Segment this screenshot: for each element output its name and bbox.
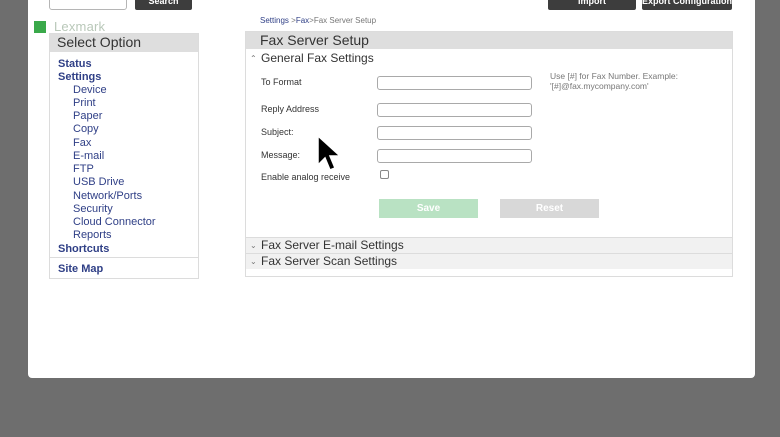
- main-panel: Search Import Configuration Export Confi…: [28, 0, 755, 378]
- breadcrumb: Settings >Fax>Fax Server Setup: [260, 16, 376, 25]
- sidebar-item-settings[interactable]: Settings: [58, 71, 101, 83]
- import-configuration-button[interactable]: Import Configuration: [548, 0, 636, 24]
- sidebar-item-security[interactable]: Security: [73, 203, 113, 215]
- reply-address-input[interactable]: [377, 103, 532, 117]
- chevron-down-icon: ⌄: [250, 257, 257, 266]
- sidebar-item-email[interactable]: E-mail: [73, 150, 104, 162]
- sidebar-item-fax[interactable]: Fax: [73, 137, 91, 149]
- breadcrumb-current: Fax Server Setup: [313, 16, 377, 25]
- lexmark-logo-text: Lexmark: [54, 19, 106, 34]
- subject-input[interactable]: [377, 126, 532, 140]
- message-label: Message:: [261, 150, 301, 160]
- sidebar-item-site-map[interactable]: Site Map: [58, 263, 103, 275]
- to-format-hint: Use [#] for Fax Number. Example: '[#]@fa…: [550, 71, 679, 91]
- sidebar-title: Select Option: [50, 34, 198, 52]
- to-format-input[interactable]: [377, 76, 532, 90]
- sidebar-item-cloud-connector[interactable]: Cloud Connector: [73, 216, 156, 228]
- reply-address-label: Reply Address: [261, 104, 320, 114]
- chevron-up-icon[interactable]: ⌃: [250, 54, 257, 63]
- sidebar-item-ftp[interactable]: FTP: [73, 163, 94, 175]
- breadcrumb-settings[interactable]: Settings: [260, 16, 289, 25]
- fax-server-scan-settings-header[interactable]: Fax Server Scan Settings: [261, 254, 397, 268]
- sidebar-item-reports[interactable]: Reports: [73, 229, 112, 241]
- search-input[interactable]: [49, 0, 127, 10]
- save-button[interactable]: Save: [379, 199, 478, 218]
- sidebar-item-print[interactable]: Print: [73, 97, 96, 109]
- subject-label: Subject:: [261, 127, 294, 137]
- sidebar: Select Option Status Settings Device Pri…: [49, 33, 199, 279]
- sidebar-item-usb-drive[interactable]: USB Drive: [73, 176, 124, 188]
- sidebar-item-paper[interactable]: Paper: [73, 110, 102, 122]
- sidebar-item-status[interactable]: Status: [58, 58, 92, 70]
- search-button[interactable]: Search: [135, 0, 192, 10]
- sidebar-item-network-ports[interactable]: Network/Ports: [73, 190, 142, 202]
- reset-button[interactable]: Reset: [500, 199, 599, 218]
- sidebar-item-device[interactable]: Device: [73, 84, 107, 96]
- export-configuration-button[interactable]: Export Configuration: [642, 0, 732, 10]
- sidebar-item-copy[interactable]: Copy: [73, 123, 99, 135]
- fax-server-email-settings-row[interactable]: ⌄ Fax Server E-mail Settings: [246, 237, 732, 253]
- breadcrumb-fax[interactable]: Fax: [296, 16, 309, 25]
- enable-analog-receive-checkbox[interactable]: [380, 170, 389, 179]
- enable-analog-receive-label: Enable analog receive: [261, 172, 351, 182]
- sidebar-item-shortcuts[interactable]: Shortcuts: [58, 243, 109, 255]
- sidebar-divider: [50, 257, 198, 258]
- message-input[interactable]: [377, 149, 532, 163]
- page-title: Fax Server Setup: [246, 32, 732, 49]
- chevron-down-icon: ⌄: [250, 241, 257, 250]
- general-fax-settings-header[interactable]: General Fax Settings: [261, 51, 374, 65]
- to-format-label: To Format: [261, 77, 302, 87]
- fax-server-scan-settings-row[interactable]: ⌄ Fax Server Scan Settings: [246, 253, 732, 269]
- lexmark-logo-icon: [34, 21, 46, 33]
- mouse-pointer-icon: [317, 135, 342, 171]
- fax-server-email-settings-header[interactable]: Fax Server E-mail Settings: [261, 238, 404, 252]
